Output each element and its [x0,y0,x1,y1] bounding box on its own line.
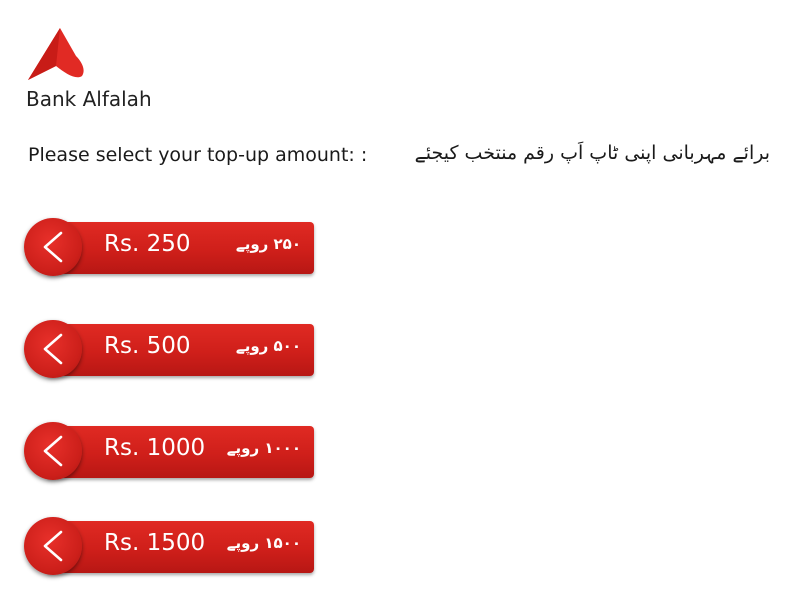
prompt: Please select your top-up amount: : برائ… [28,142,778,172]
bank-name: Bank Alfalah [26,87,152,111]
amount-label-urdu[interactable]: ۲۵۰ روپے [214,235,301,253]
amount-label-urdu[interactable]: ۱۵۰۰ روپے [214,534,301,552]
bank-logo: Bank Alfalah [26,26,166,116]
chevron-left-icon [43,435,63,467]
chevron-left-icon [43,333,63,365]
amount-label[interactable]: Rs. 1500 [104,530,205,556]
amount-label[interactable]: Rs. 1000 [104,435,205,461]
chevron-left-icon [43,530,63,562]
amount-button-circle[interactable] [24,320,82,378]
amount-button-250[interactable]: Rs. 250 ۲۵۰ روپے [24,218,316,280]
amount-label[interactable]: Rs. 250 [104,231,191,257]
amount-button-circle[interactable] [24,218,82,276]
bank-alfalah-logo-icon [28,28,84,80]
amount-label[interactable]: Rs. 500 [104,333,191,359]
amount-label-urdu[interactable]: ۱۰۰۰ روپے [214,439,301,457]
chevron-left-icon [43,231,63,263]
amount-button-1000[interactable]: Rs. 1000 ۱۰۰۰ روپے [24,422,316,484]
amount-button-circle[interactable] [24,422,82,480]
prompt-english: Please select your top-up amount: : [28,144,368,166]
amount-button-1500[interactable]: Rs. 1500 ۱۵۰۰ روپے [24,517,316,579]
prompt-urdu: برائے مہربانی اپنی ٹاپ اَپ رقم منتخب کیج… [414,142,770,164]
amount-button-500[interactable]: Rs. 500 ۵۰۰ روپے [24,320,316,382]
amount-label-urdu[interactable]: ۵۰۰ روپے [214,337,301,355]
amount-button-circle[interactable] [24,517,82,575]
